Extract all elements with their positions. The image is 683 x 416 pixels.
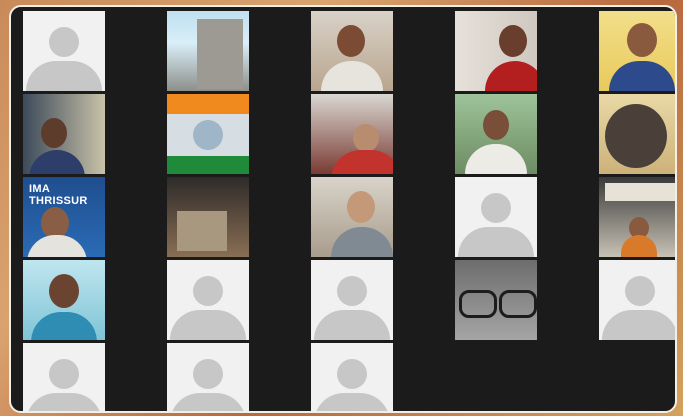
shirt	[27, 235, 87, 257]
participant-tile-3[interactable]	[311, 11, 393, 91]
participant-tile-5[interactable]	[599, 11, 675, 91]
building-shape	[197, 19, 243, 89]
tile-overlay-label: IMA THRISSUR	[29, 183, 88, 207]
participant-video	[599, 94, 675, 174]
face	[499, 25, 527, 57]
face	[347, 191, 375, 223]
avatar-placeholder-icon	[625, 276, 655, 306]
chair	[331, 150, 393, 174]
participant-tile-6[interactable]	[23, 94, 105, 174]
glasses-lens-left	[459, 290, 497, 318]
participant-video	[167, 11, 249, 91]
participant-tile-20[interactable]	[599, 260, 675, 340]
participant-tile-18[interactable]	[311, 260, 393, 340]
face	[41, 118, 67, 148]
participant-tile-9[interactable]	[455, 94, 537, 174]
participant-tile-23[interactable]	[311, 343, 393, 411]
avatar-placeholder-body	[170, 310, 246, 340]
participant-tile-15[interactable]	[599, 177, 675, 257]
participant-video	[455, 260, 537, 340]
participant-tile-16[interactable]	[23, 260, 105, 340]
shirt	[465, 144, 527, 174]
avatar-placeholder-icon	[193, 276, 223, 306]
participant-tile-17[interactable]	[167, 260, 249, 340]
avatar-placeholder-icon	[337, 276, 367, 306]
stage-banner	[605, 183, 675, 201]
participant-tile-14[interactable]	[455, 177, 537, 257]
participant-video	[599, 177, 675, 257]
scrubs	[31, 312, 97, 340]
shirt	[331, 227, 393, 257]
participant-tile-11[interactable]: IMA THRISSUR	[23, 177, 105, 257]
participant-video	[167, 94, 249, 174]
face	[49, 274, 79, 308]
face	[627, 23, 657, 57]
participant-tile-7[interactable]	[167, 94, 249, 174]
avatar-placeholder-icon	[49, 27, 79, 57]
furniture	[177, 211, 227, 251]
participant-tile-13[interactable]	[311, 177, 393, 257]
avatar-placeholder-body	[26, 61, 102, 91]
shirt	[321, 61, 383, 91]
banner-top	[167, 94, 249, 114]
participant-video	[311, 94, 393, 174]
participant-tile-22[interactable]	[167, 343, 249, 411]
avatar-placeholder-body	[170, 393, 246, 411]
avatar-placeholder-body	[458, 227, 534, 257]
participant-video	[599, 11, 675, 91]
banner-graphic	[193, 120, 223, 150]
head	[605, 104, 667, 168]
participant-tile-21[interactable]	[23, 343, 105, 411]
banner-bottom	[167, 156, 249, 174]
avatar-placeholder-icon	[193, 359, 223, 389]
shirt	[621, 235, 657, 257]
participant-video	[311, 11, 393, 91]
face	[483, 110, 509, 140]
participant-tile-19[interactable]	[455, 260, 537, 340]
participant-video	[455, 11, 537, 91]
avatar-placeholder-body	[314, 310, 390, 340]
avatar-placeholder-icon	[481, 193, 511, 223]
participant-tile-4[interactable]	[455, 11, 537, 91]
participant-video	[167, 177, 249, 257]
shirt	[29, 150, 85, 174]
video-conference-window: IMA THRISSUR	[9, 5, 677, 413]
participant-tile-1[interactable]	[23, 11, 105, 91]
participant-tile-10[interactable]	[599, 94, 675, 174]
face	[353, 124, 379, 152]
participant-tile-2[interactable]	[167, 11, 249, 91]
avatar-placeholder-body	[26, 393, 102, 411]
participant-tile-8[interactable]	[311, 94, 393, 174]
participant-tile-12[interactable]	[167, 177, 249, 257]
avatar-placeholder-body	[602, 310, 675, 340]
glasses-lens-right	[499, 290, 537, 318]
avatar-placeholder-body	[314, 393, 390, 411]
participant-video	[23, 260, 105, 340]
shirt	[609, 61, 675, 91]
shirt	[485, 61, 537, 91]
participant-video	[311, 177, 393, 257]
participant-video	[23, 94, 105, 174]
face	[337, 25, 365, 57]
avatar-placeholder-icon	[49, 359, 79, 389]
participant-video	[455, 94, 537, 174]
avatar-placeholder-icon	[337, 359, 367, 389]
